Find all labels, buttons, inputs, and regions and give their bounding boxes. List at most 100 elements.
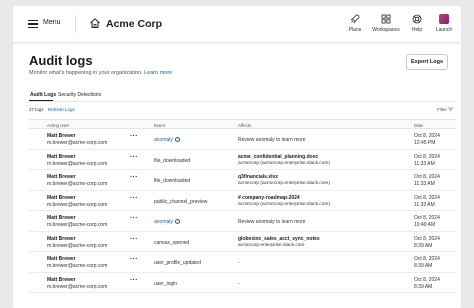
event-time: 11:33 AM [414,160,435,167]
event-time: 12:45 PM [414,140,436,146]
acting-user-name: Matt Brewer [47,215,76,221]
filter-icon [448,108,454,112]
acting-user-email: m.brewer@acme-corp.com [47,222,108,228]
rocket-icon [350,14,360,24]
tab-security-detections[interactable]: Security Detections [58,92,101,98]
affected-object: q3financials.xlsx [238,174,279,180]
table-row[interactable]: Matt Brewer m.brewer@acme-corp.com ··· anom… [29,211,457,232]
table-row[interactable]: Matt Brewer m.brewer@acme-corp.com ··· anom… [29,129,457,150]
event-name: file_downloaded [154,157,191,164]
event-time: 10:49 AM [414,222,436,228]
event-time: 8:39 AM [414,263,433,269]
acting-user-name: Matt Brewer [47,194,76,201]
info-icon: i [175,219,181,225]
acting-user-email: m.brewer@acme-corp.com [47,140,108,146]
filter-button[interactable]: Filter [437,107,454,112]
table-row[interactable]: Matt Brewer m.brewer@acme-corp.com ··· user… [29,252,457,273]
affected-workspace: acmecorp (acmecorp.enterprise.slack.com) [238,201,330,207]
acting-user-name: Matt Brewer [47,235,76,242]
subtitle-text: Monitor what's happening in your organiz… [29,70,143,76]
acting-user-name: Matt Brewer [47,153,76,160]
workspaces-label: Workspaces [372,27,400,33]
affected-object: acme_confidential_planning.doxc [238,153,319,160]
acting-user-name: Matt Brewer [47,133,76,139]
divider [75,15,76,33]
event-date: Oct 8, 2024 [414,256,440,262]
hamburger-icon[interactable] [28,20,38,28]
column-header-acting-user: Acting User [47,123,70,128]
event-time: 11:33 AM [414,181,435,187]
table-row[interactable]: Matt Brewer m.brewer@acme-corp.com ··· file… [29,170,457,191]
lifebuoy-icon [412,14,422,24]
workspaces-button[interactable]: Workspaces [370,14,402,33]
event-name: public_channel_preview [154,198,208,205]
event-name: anomaly [154,137,173,143]
more-actions-icon[interactable]: ··· [130,236,138,243]
acting-user-email: m.brewer@acme-corp.com [47,181,108,187]
event-date: Oct 8, 2024 [414,174,440,180]
acting-user-email: m.brewer@acme-corp.com [47,263,108,269]
table-row[interactable]: Matt Brewer m.brewer@acme-corp.com ··· publ… [29,191,457,211]
acting-user-email: m.brewer@acme-corp.com [47,242,108,249]
launch-button[interactable]: Launch [428,14,460,33]
event-date: Oct 8, 2024 [414,133,440,139]
org-name[interactable]: Acme Corp [106,18,162,30]
event-link[interactable]: anomaly i [154,137,181,143]
table-row[interactable]: Matt Brewer m.brewer@acme-corp.com ··· canv… [29,232,457,252]
acting-user-email: m.brewer@acme-corp.com [47,201,108,208]
info-icon: i [175,137,181,143]
more-actions-icon[interactable]: ··· [130,215,138,222]
launch-label: Launch [435,27,453,33]
event-date: Oct 8, 2024 [414,276,440,283]
more-actions-icon[interactable]: ··· [130,277,138,284]
tabs-divider [29,101,457,102]
more-actions-icon[interactable]: ··· [130,256,138,263]
event-name: canvas_opened [154,239,190,246]
affected-workspace: acmecorp (acmecorp.enterprise.slack.com) [238,181,330,186]
acting-user-name: Matt Brewer [47,174,76,180]
event-name: user_login [154,280,178,287]
plans-label: Plans [348,27,362,33]
log-count: 27 logs [29,107,44,112]
slack-app-icon [439,14,449,24]
event-link[interactable]: anomaly i [154,219,181,225]
filter-label: Filter [437,107,447,112]
more-actions-icon[interactable]: ··· [130,195,138,202]
tab-audit-logs[interactable]: Audit Logs [30,92,56,98]
affects-text: - [238,260,240,266]
acting-user-name: Matt Brewer [47,256,76,262]
event-name: file_downloaded [154,178,191,184]
menu-button[interactable]: Menu [43,19,61,26]
home-icon [90,18,100,28]
grid-icon [381,14,391,24]
page-title: Audit logs [29,53,93,68]
acting-user-name: Matt Brewer [47,276,76,283]
event-time: 8:39 AM [414,283,433,290]
export-logs-button[interactable]: Export Logs [406,54,448,70]
more-actions-icon[interactable]: ··· [130,133,138,140]
more-actions-icon[interactable]: ··· [130,174,138,181]
affected-workspace: acmecorp (acmecorp.enterprise.slack.com) [238,160,330,166]
event-time: 8:39 AM [414,242,433,249]
more-actions-icon[interactable]: ··· [130,154,138,161]
refresh-logs-link[interactable]: Refresh Logs [48,107,75,112]
active-tab-indicator [29,100,53,102]
table-row[interactable]: Matt Brewer m.brewer@acme-corp.com ··· user… [29,273,457,293]
event-date: Oct 8, 2024 [414,153,440,160]
event-name: user_profile_updated [154,260,201,266]
table-row[interactable]: Matt Brewer m.brewer@acme-corp.com ··· file… [29,150,457,170]
event-time: 11:33 AM [414,201,435,208]
column-header-affects: Affects [238,123,252,128]
event-date: Oct 8, 2024 [414,215,440,221]
learn-more-link[interactable]: Learn more [144,70,172,76]
page-subtitle: Monitor what's happening in your organiz… [29,70,172,76]
affects-text: Review anomaly to learn more [238,219,306,225]
app-window: Menu Acme Corp Plans Workspaces Help Lau… [13,6,461,308]
affects-text: - [238,280,240,287]
event-date: Oct 8, 2024 [414,194,440,201]
affected-workspace: acmecorp.enterprise.slack.com [238,242,305,248]
column-header-date: Date [414,123,424,128]
affects-text: Review anomaly to learn more [238,137,306,143]
plans-button[interactable]: Plans [339,14,371,33]
column-header-event: Event [154,123,165,128]
